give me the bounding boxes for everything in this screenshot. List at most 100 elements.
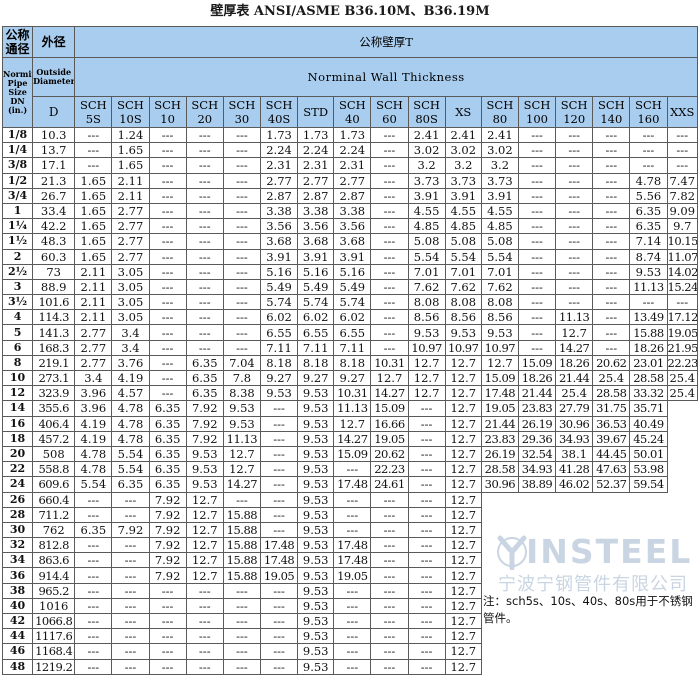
cell-wall-thickness: 8.18	[259, 354, 299, 372]
schedule-header-top: SCH	[376, 98, 403, 112]
cell-wall-thickness: 21.44	[480, 415, 519, 432]
cell-wall-thickness: ---	[222, 202, 261, 220]
cell-wall-thickness: 12.7	[444, 369, 482, 387]
cell-wall-thickness: 12.7	[444, 461, 482, 478]
cell-wall-thickness: ---	[148, 309, 187, 326]
cell-wall-thickness: 5.74	[259, 294, 299, 311]
cell-wall-thickness: ---	[370, 187, 409, 204]
schedule-header-bottom: STD	[303, 105, 329, 119]
cell-wall-thickness: 9.53	[297, 476, 335, 493]
cell-wall-thickness	[593, 659, 630, 674]
cell-wall-thickness: 3.05	[111, 263, 150, 280]
cell-wall-thickness: ---	[517, 233, 557, 250]
cell-wall-thickness: 5.74	[333, 294, 372, 311]
cell-wall-thickness: ---	[185, 263, 224, 280]
table-row: 46 1168.4 --- --- --- --- --- --- 9.53 --- --- --- 1…	[1, 643, 698, 660]
cell-wall-thickness: ---	[74, 142, 113, 159]
cell-wall-thickness: ---	[370, 248, 409, 265]
cell-wall-thickness: ---	[185, 218, 224, 235]
cell-nominal-size: 1/8	[1, 126, 34, 144]
cell-wall-thickness: 1.73	[259, 126, 299, 144]
cell-wall-thickness: 3.68	[333, 233, 372, 250]
cell-wall-thickness: ---	[370, 628, 409, 645]
cell-outside-diameter: 26.7	[32, 187, 76, 204]
cell-wall-thickness: 14.27	[555, 339, 594, 356]
cell-wall-thickness: 12.7	[555, 324, 594, 341]
cell-wall-thickness: ---	[148, 263, 187, 280]
cell-outside-diameter: 10.3	[32, 126, 76, 144]
cell-nominal-size: 1	[1, 202, 34, 220]
cell-wall-thickness: ---	[185, 142, 224, 159]
cell-wall-thickness: 9.53	[297, 582, 335, 599]
cell-wall-thickness: ---	[555, 142, 594, 159]
cell-wall-thickness: 2.24	[333, 142, 372, 159]
cell-wall-thickness: ---	[222, 187, 261, 204]
cell-wall-thickness: 12.7	[444, 597, 482, 615]
table-row: 1½ 48.3 1.65 2.77 --- --- --- 3.68 3.68 3.68 --- 5.…	[1, 233, 699, 250]
cell-wall-thickness: 4.55	[407, 202, 446, 220]
cell-wall-thickness	[667, 644, 697, 659]
cell-wall-thickness: 10.31	[333, 385, 372, 402]
cell-wall-thickness: 7.92	[185, 430, 224, 447]
cell-nominal-size: 30	[1, 521, 34, 539]
schedule-header-top: SCH	[228, 98, 256, 112]
cell-outside-diameter: 323.9	[32, 385, 76, 402]
cell-wall-thickness: 15.24	[666, 278, 699, 296]
cell-outside-diameter: 48.3	[32, 233, 76, 250]
cell-wall-thickness: ---	[370, 202, 409, 220]
cell-wall-thickness: ---	[185, 324, 224, 341]
cell-wall-thickness: 6.35	[148, 461, 187, 478]
cell-nominal-size: 1½	[1, 233, 34, 250]
cell-wall-thickness: 17.48	[333, 537, 372, 554]
schedule-header-bottom: 100	[526, 112, 548, 126]
schedule-header-top: SCH	[523, 98, 551, 112]
cell-wall-thickness: 25.4	[666, 369, 699, 387]
schedule-header-top: SCH	[635, 98, 662, 112]
cell-wall-thickness: 3.91	[297, 248, 335, 265]
cell-wall-thickness: ---	[111, 506, 150, 523]
cell-wall-thickness: 12.7	[444, 385, 482, 402]
cell-wall-thickness: ---	[370, 263, 409, 280]
cell-wall-thickness: 12.7	[185, 537, 224, 554]
cell-wall-thickness: 9.53	[297, 521, 335, 539]
cell-wall-thickness: ---	[222, 278, 261, 296]
cell-wall-thickness: ---	[333, 612, 372, 630]
cell-wall-thickness: ---	[185, 126, 224, 144]
cell-wall-thickness: 5.08	[444, 233, 482, 250]
cell-wall-thickness: 6.35	[148, 415, 187, 432]
cell-wall-thickness	[481, 659, 518, 674]
cell-wall-thickness: ---	[592, 294, 631, 311]
cell-wall-thickness: 2.24	[297, 142, 335, 159]
cell-wall-thickness: ---	[370, 218, 409, 235]
cell-wall-thickness: 28.58	[592, 385, 631, 402]
schedule-header: SCH 40S	[259, 96, 299, 128]
cell-wall-thickness: 3.2	[444, 157, 482, 174]
cell-wall-thickness: 22.23	[666, 354, 699, 372]
cell-outside-diameter: 711.2	[32, 506, 76, 523]
header-wall-thickness-cn: 公称壁厚T	[74, 26, 698, 58]
schedule-header: SCH 100	[517, 96, 557, 128]
cell-wall-thickness: 10.97	[480, 339, 519, 356]
schedule-header-bottom: 160	[637, 112, 660, 126]
schedule-header-bottom: 80	[492, 112, 508, 126]
cell-wall-thickness: ---	[555, 157, 594, 174]
cell-wall-thickness: 25.4	[592, 369, 631, 387]
cell-wall-thickness	[630, 492, 667, 507]
cell-outside-diameter: 13.7	[32, 142, 76, 159]
cell-wall-thickness: ---	[592, 202, 631, 220]
cell-wall-thickness: 9.7	[666, 218, 699, 235]
cell-wall-thickness: 5.54	[111, 461, 150, 478]
cell-wall-thickness: 41.28	[555, 461, 594, 478]
cell-wall-thickness: 15.88	[222, 521, 261, 539]
cell-wall-thickness: 15.88	[222, 552, 261, 569]
schedule-header-bottom: 80S	[415, 112, 438, 126]
cell-wall-thickness: 6.02	[333, 309, 372, 326]
cell-wall-thickness: ---	[148, 126, 187, 144]
cell-wall-thickness: 1.24	[111, 126, 150, 144]
cell-wall-thickness	[630, 507, 667, 522]
cell-wall-thickness: 17.48	[259, 552, 299, 569]
cell-wall-thickness: ---	[259, 461, 299, 478]
cell-wall-thickness: 6.35	[148, 430, 187, 447]
cell-wall-thickness: ---	[407, 597, 446, 615]
cell-wall-thickness: 5.08	[407, 233, 446, 250]
